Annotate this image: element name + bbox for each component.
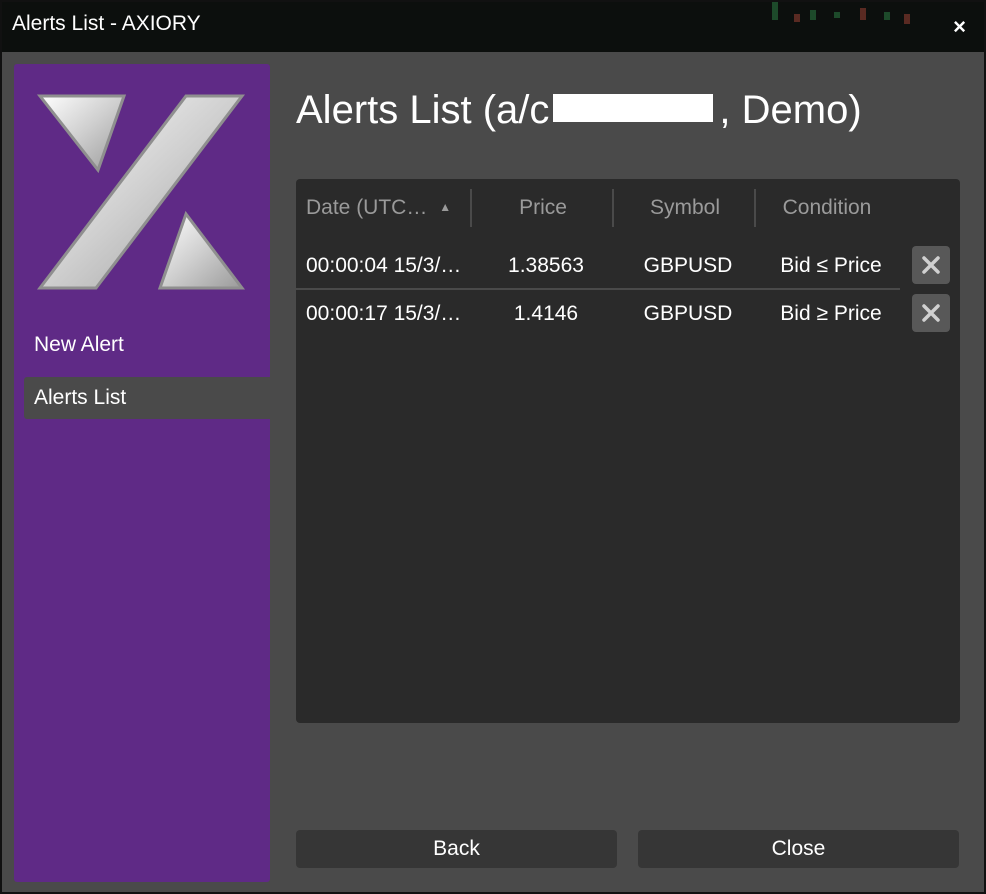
cell-condition: Bid ≤ Price: [780, 254, 882, 277]
page-title: Alerts List (a/c , Demo): [296, 88, 862, 133]
close-button[interactable]: Close: [638, 830, 959, 868]
cell-price: 1.38563: [508, 254, 584, 277]
table-row[interactable]: 00:00:17 15/3/… 1.4146 GBPUSD Bid ≥ Pric…: [296, 290, 900, 338]
sidebar-item-new-alert[interactable]: New Alert: [24, 324, 270, 366]
page-title-prefix: Alerts List (a/c: [296, 88, 550, 132]
column-header-price[interactable]: Price: [472, 179, 614, 237]
close-icon: [922, 304, 940, 322]
delete-alert-button[interactable]: [912, 294, 950, 332]
alerts-table: Date (UTC… ▲ Price Symbol Condition 00:0…: [296, 179, 960, 723]
column-header-date-label: Date (UTC…: [306, 196, 428, 219]
sidebar-item-alerts-list[interactable]: Alerts List: [24, 377, 270, 419]
close-icon: [922, 256, 940, 274]
cell-date: 00:00:04 15/3/…: [306, 254, 462, 277]
column-header-symbol[interactable]: Symbol: [614, 179, 756, 237]
page-title-suffix: , Demo): [719, 88, 862, 132]
table-header: Date (UTC… ▲ Price Symbol Condition: [296, 179, 900, 237]
delete-alert-button[interactable]: [912, 246, 950, 284]
back-button[interactable]: Back: [296, 830, 617, 868]
redacted-account-number: [553, 94, 714, 123]
sidebar: New Alert Alerts List: [14, 64, 270, 882]
alerts-list-window: Alerts List - AXIORY × New Alert Alerts …: [0, 0, 986, 894]
cell-symbol: GBPUSD: [643, 254, 733, 277]
column-header-date[interactable]: Date (UTC… ▲: [306, 179, 456, 237]
background-chart-decoration: [764, 2, 944, 26]
column-header-condition[interactable]: Condition: [756, 179, 898, 237]
sort-ascending-icon: ▲: [439, 200, 452, 214]
axiory-logo: [36, 94, 246, 290]
cell-date: 00:00:17 15/3/…: [306, 302, 462, 325]
cell-symbol: GBPUSD: [643, 302, 733, 325]
title-bar: Alerts List - AXIORY ×: [2, 2, 984, 52]
window-close-icon[interactable]: ×: [953, 14, 966, 40]
window-title: Alerts List - AXIORY: [12, 12, 201, 35]
cell-price: 1.4146: [513, 302, 579, 325]
cell-condition: Bid ≥ Price: [780, 302, 882, 325]
table-row[interactable]: 00:00:04 15/3/… 1.38563 GBPUSD Bid ≤ Pri…: [296, 242, 900, 290]
